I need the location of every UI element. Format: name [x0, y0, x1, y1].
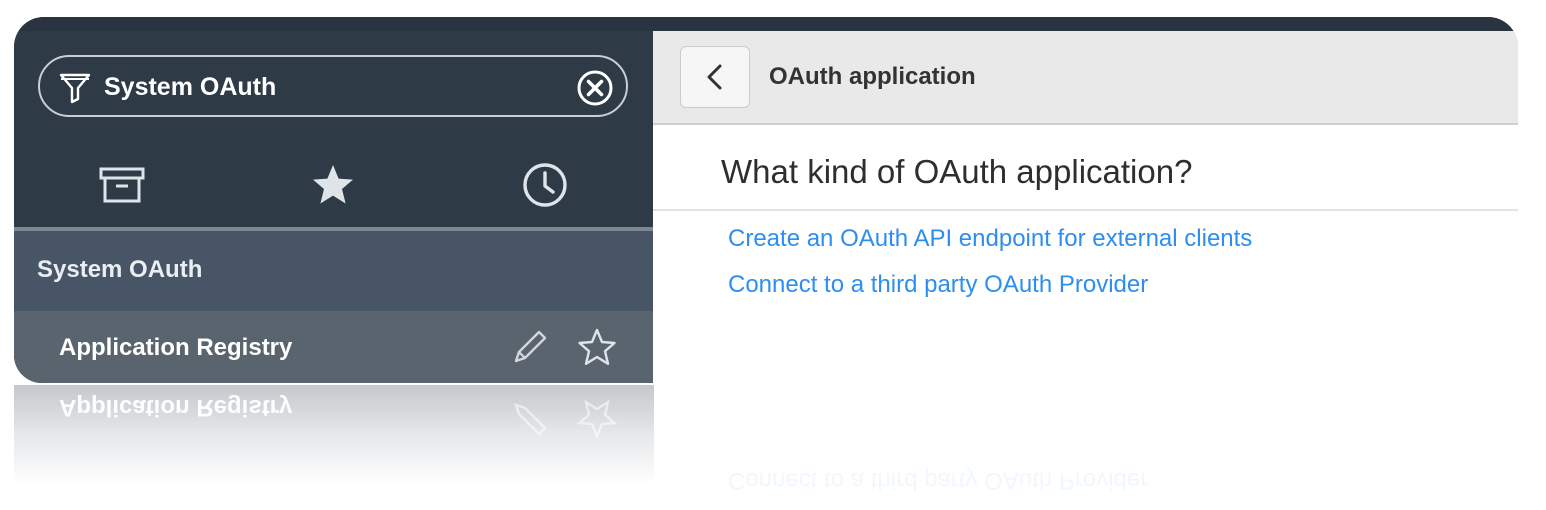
- section-header[interactable]: System OAuth: [14, 231, 653, 311]
- create-api-endpoint-link[interactable]: Create an OAuth API endpoint for externa…: [728, 225, 1252, 253]
- clock-icon: [523, 163, 567, 207]
- reflection-effect: Application Registry: [14, 385, 654, 485]
- section-title: System OAuth: [37, 256, 203, 283]
- filter-funnel-icon: [59, 73, 91, 104]
- sidebar: System OAuth Application Registry: [14, 31, 653, 383]
- pencil-edit-icon[interactable]: [510, 327, 550, 367]
- question-heading: What kind of OAuth application?: [721, 153, 1193, 190]
- clear-circle-x-icon[interactable]: [576, 69, 614, 107]
- app-window: System OAuth Application Registry OAuth …: [14, 17, 1518, 383]
- content-header: OAuth application: [653, 31, 1518, 125]
- back-button[interactable]: [680, 46, 750, 108]
- filter-box[interactable]: [38, 55, 628, 117]
- tab-all-applications[interactable]: [92, 155, 152, 215]
- reflection-icons: [514, 399, 618, 439]
- tab-history[interactable]: [515, 155, 575, 215]
- chevron-left-icon: [707, 64, 722, 90]
- main-content: OAuth application What kind of OAuth app…: [653, 31, 1518, 383]
- star-outline-icon[interactable]: [577, 327, 617, 367]
- reflection-link-text: Connect to a third party OAuth Provider: [728, 467, 1149, 494]
- archive-box-icon: [99, 167, 145, 203]
- heading-divider: [653, 209, 1518, 211]
- window-top-bar: [14, 17, 1518, 31]
- nav-tabs: [14, 143, 653, 231]
- page-title: OAuth application: [769, 63, 976, 90]
- tab-favorites[interactable]: [303, 155, 363, 215]
- star-filled-icon: [313, 165, 353, 204]
- filter-input[interactable]: [104, 70, 544, 104]
- sidebar-item-label: Application Registry: [59, 334, 293, 361]
- reflection-label: Application Registry: [59, 394, 293, 421]
- sidebar-item-application-registry[interactable]: Application Registry: [14, 311, 653, 383]
- connect-third-party-provider-link[interactable]: Connect to a third party OAuth Provider: [728, 271, 1148, 299]
